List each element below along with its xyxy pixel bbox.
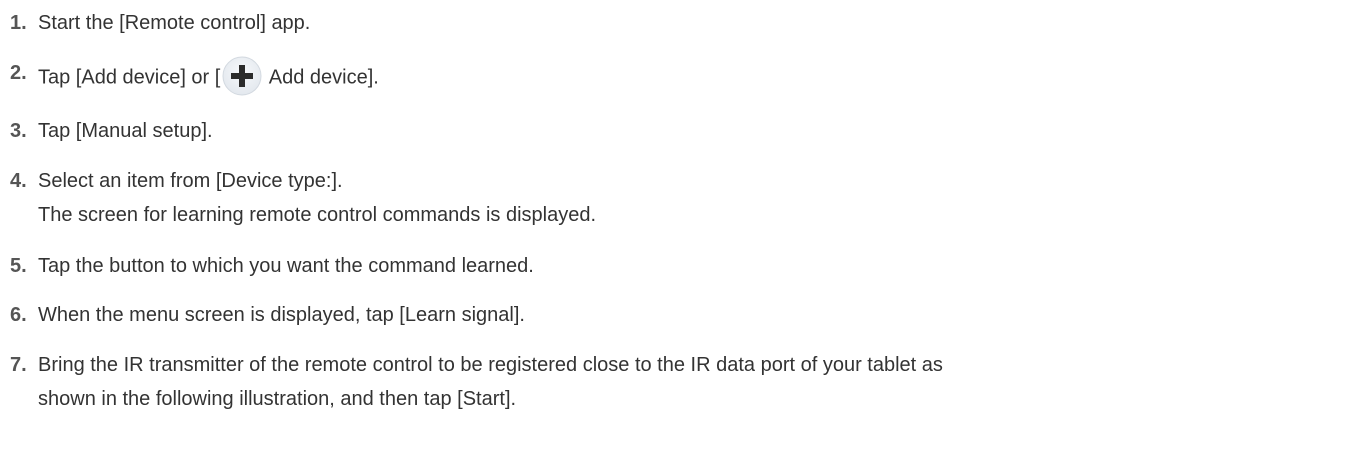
step-number: 7. bbox=[10, 354, 27, 376]
step-text: Tap [Manual setup]. bbox=[38, 120, 213, 142]
step-2: 2. Tap [Add device] or [ Add device]. bbox=[10, 56, 1340, 98]
step-6: 6. When the menu screen is displayed, ta… bbox=[10, 300, 1340, 330]
step-subtext: shown in the following illustration, and… bbox=[38, 388, 517, 410]
step-4: 4. Select an item from [Device type:]. T… bbox=[10, 166, 1340, 230]
step-text: Tap [Add device] or [ Add device]. bbox=[38, 56, 1340, 98]
step-1: 1. Start the [Remote control] app. bbox=[10, 8, 1340, 38]
step-7: 7. Bring the IR transmitter of the remot… bbox=[10, 350, 1340, 414]
step-number: 4. bbox=[10, 170, 27, 192]
step-5: 5. Tap the button to which you want the … bbox=[10, 251, 1340, 281]
plus-icon bbox=[222, 56, 262, 96]
step-text-after-icon: Add device]. bbox=[264, 66, 379, 89]
step-text: Tap the button to which you want the com… bbox=[38, 255, 534, 277]
step-subtext: The screen for learning remote control c… bbox=[38, 204, 597, 226]
step-text: Select an item from [Device type:]. bbox=[38, 170, 343, 192]
step-text-before-icon: Tap [Add device] or [ bbox=[38, 66, 221, 89]
step-text: Start the [Remote control] app. bbox=[38, 12, 311, 34]
step-text: Bring the IR transmitter of the remote c… bbox=[38, 354, 943, 376]
step-number: 1. bbox=[10, 12, 27, 34]
step-number: 6. bbox=[10, 304, 27, 326]
step-3: 3. Tap [Manual setup]. bbox=[10, 116, 1340, 146]
step-number: 3. bbox=[10, 120, 27, 142]
step-text: When the menu screen is displayed, tap [… bbox=[38, 304, 525, 326]
step-number: 2. bbox=[10, 62, 27, 84]
step-number: 5. bbox=[10, 255, 27, 277]
